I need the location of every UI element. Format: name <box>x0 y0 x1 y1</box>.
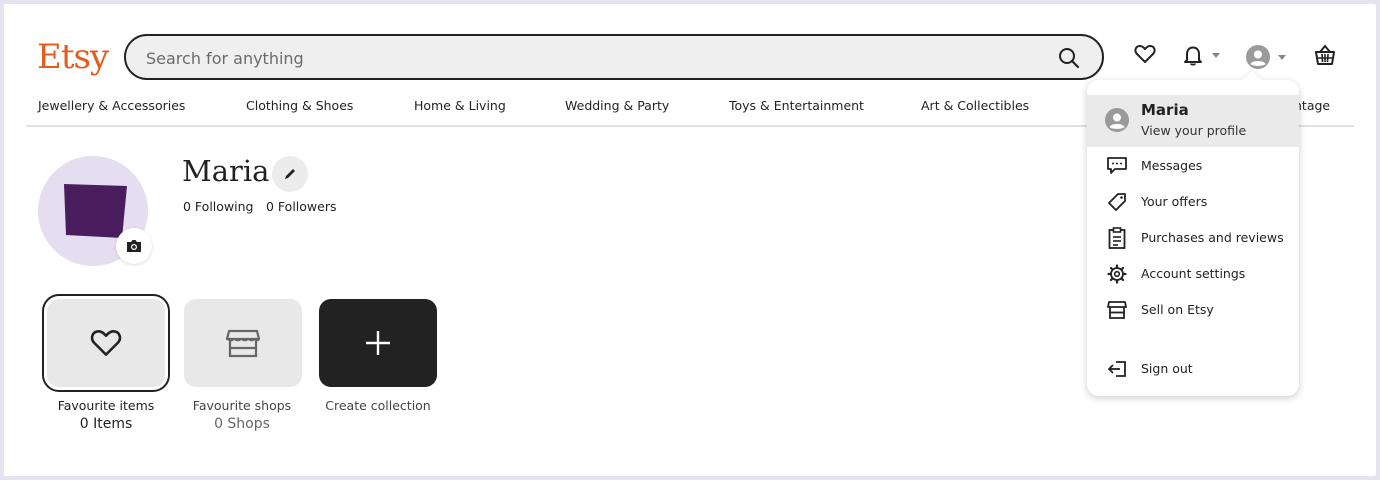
nav-vintage[interactable]: ntage <box>1294 98 1330 113</box>
user-avatar-icon <box>1105 108 1129 132</box>
heart-icon <box>90 330 122 356</box>
favourite-shops-tile[interactable] <box>184 299 302 387</box>
favourite-shops-label[interactable]: Favourite shops <box>167 398 317 413</box>
gear-icon <box>1106 263 1128 285</box>
edit-profile-button[interactable] <box>272 156 308 192</box>
menu-item-label: Sell on Etsy <box>1141 302 1214 317</box>
menu-item-label: Your offers <box>1141 194 1208 209</box>
sign-out-icon <box>1106 358 1128 380</box>
create-collection-label[interactable]: Create collection <box>303 398 453 413</box>
nav-home[interactable]: Home & Living <box>414 98 506 113</box>
following-count[interactable]: 0 Following <box>183 199 253 214</box>
nav-art[interactable]: Art & Collectibles <box>921 98 1029 113</box>
menu-item-label: Messages <box>1141 158 1203 173</box>
plus-icon <box>366 331 390 355</box>
pencil-icon <box>285 169 295 179</box>
account-menu-button[interactable] <box>1246 45 1286 69</box>
chevron-down-icon <box>1278 54 1286 60</box>
menu-item-label: Sign out <box>1141 361 1193 376</box>
favourite-items-label[interactable]: Favourite items <box>31 398 181 413</box>
nav-clothing[interactable]: Clothing & Shoes <box>246 98 353 113</box>
nav-jewellery[interactable]: Jewellery & Accessories <box>38 98 185 113</box>
clipboard-icon <box>1106 227 1128 249</box>
page: Etsy Jewellery & Accessories Clothing & … <box>4 4 1376 476</box>
favorites-heart-icon[interactable] <box>1134 44 1156 64</box>
camera-icon <box>127 240 141 252</box>
chevron-down-icon <box>1212 52 1220 58</box>
etsy-logo[interactable]: Etsy <box>37 37 109 77</box>
menu-item-sign-out[interactable]: Sign out <box>1087 356 1299 382</box>
notifications-bell-icon[interactable] <box>1182 44 1220 66</box>
favourite-items-tile[interactable] <box>42 294 170 392</box>
favourite-shops-count: 0 Shops <box>214 416 270 432</box>
menu-profile-subtitle: View your profile <box>1141 123 1247 138</box>
followers-count[interactable]: 0 Followers <box>266 199 336 214</box>
menu-item-label: Purchases and reviews <box>1141 230 1284 245</box>
account-dropdown-menu: Maria View your profile Messages Your of… <box>1087 80 1299 396</box>
search-input[interactable] <box>144 45 1028 71</box>
menu-item-account-settings[interactable]: Account settings <box>1087 261 1299 287</box>
shop-icon <box>1106 299 1128 321</box>
create-collection-tile[interactable] <box>319 299 437 387</box>
menu-item-sell-on-etsy[interactable]: Sell on Etsy <box>1087 297 1299 323</box>
menu-item-messages[interactable]: Messages <box>1087 153 1299 179</box>
menu-profile-row[interactable]: Maria View your profile <box>1087 95 1299 147</box>
favourite-items-count: 0 Items <box>79 416 133 432</box>
menu-item-offers[interactable]: Your offers <box>1087 189 1299 215</box>
shop-icon <box>225 329 261 358</box>
user-avatar-icon <box>1246 45 1270 69</box>
change-photo-button[interactable] <box>116 228 152 264</box>
menu-item-label: Account settings <box>1141 266 1246 281</box>
search-icon[interactable] <box>1058 47 1080 73</box>
profile-name: Maria <box>182 154 270 188</box>
cart-basket-icon[interactable] <box>1314 44 1336 66</box>
tag-icon <box>1106 191 1128 213</box>
search-bar[interactable] <box>124 34 1104 80</box>
nav-wedding[interactable]: Wedding & Party <box>565 98 669 113</box>
messages-icon <box>1106 155 1128 177</box>
menu-profile-name: Maria <box>1141 101 1189 119</box>
menu-item-purchases[interactable]: Purchases and reviews <box>1087 225 1299 251</box>
nav-toys[interactable]: Toys & Entertainment <box>729 98 864 113</box>
